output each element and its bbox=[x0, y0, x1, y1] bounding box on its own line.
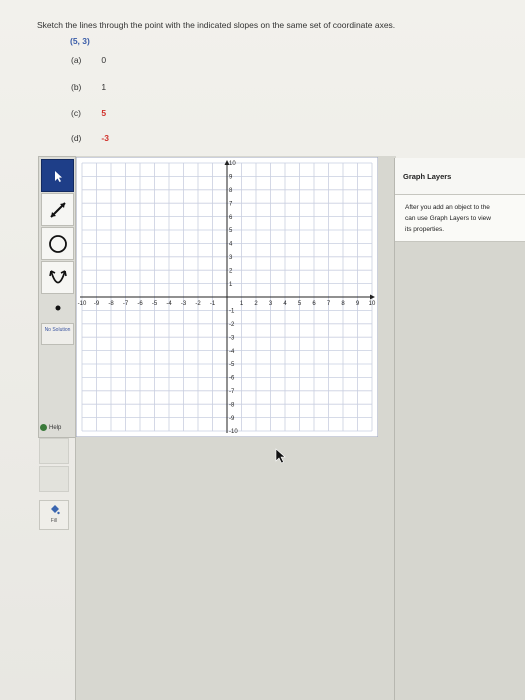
graph-layers-title: Graph Layers bbox=[403, 172, 452, 181]
part-label: (a) bbox=[71, 55, 82, 65]
no-solution-button[interactable]: No Solution bbox=[41, 323, 74, 345]
y-tick-label: -3 bbox=[229, 335, 235, 341]
graph-layers-panel: Graph Layers After you add an object to … bbox=[394, 158, 525, 700]
fill-label: Fill bbox=[50, 518, 58, 524]
part-label: (d) bbox=[71, 133, 82, 143]
x-tick-label: -9 bbox=[94, 301, 100, 307]
given-point: (5, 3) bbox=[70, 36, 90, 46]
graph-layers-body: After you add an object to the can use G… bbox=[395, 195, 525, 242]
graph-tool-panel: No Solution bbox=[38, 156, 77, 438]
point-tool-button[interactable] bbox=[41, 295, 74, 321]
circle-icon bbox=[48, 234, 67, 253]
x-tick-label: -5 bbox=[152, 301, 158, 307]
y-tick-label: -2 bbox=[229, 322, 235, 328]
part-label: (c) bbox=[71, 108, 81, 118]
x-tick-label: -3 bbox=[181, 301, 187, 307]
part-c: (c) 5 bbox=[71, 108, 106, 118]
disabled-tool-button bbox=[39, 438, 69, 464]
x-tick-label: 10 bbox=[369, 301, 376, 307]
x-tick-label: -6 bbox=[137, 301, 143, 307]
y-tick-label: -8 bbox=[229, 402, 235, 408]
y-tick-label: -6 bbox=[229, 376, 235, 382]
part-slope: 5 bbox=[101, 108, 107, 118]
line-tool-button[interactable] bbox=[41, 193, 74, 226]
part-d: (d) -3 bbox=[71, 133, 109, 143]
x-tick-label: -10 bbox=[78, 301, 87, 307]
graph-layers-description: After you add an object to the can use G… bbox=[405, 204, 491, 233]
part-label: (b) bbox=[71, 82, 82, 92]
question-instruction: Sketch the lines through the point with … bbox=[37, 20, 396, 30]
dot-icon bbox=[55, 305, 60, 311]
y-tick-label: -7 bbox=[229, 389, 235, 395]
y-tick-label: -10 bbox=[229, 429, 238, 435]
coordinate-grid[interactable]: -10 -9 -8 -7 -6 -5 -4 -3 -2 -1 1 2 3 4 5 6 7 8 9 10 1098765… bbox=[76, 157, 378, 437]
x-tick-label: -1 bbox=[210, 301, 216, 307]
parabola-icon bbox=[48, 269, 67, 283]
arrow-pointer-icon bbox=[54, 170, 62, 182]
part-slope: 1 bbox=[101, 82, 107, 92]
x-tick-label: -8 bbox=[108, 301, 114, 307]
fill-bucket-icon bbox=[51, 505, 60, 515]
select-tool-button[interactable] bbox=[41, 159, 74, 192]
y-tick-label: -5 bbox=[229, 362, 235, 368]
line-segment-icon bbox=[49, 201, 66, 218]
help-link[interactable]: Help bbox=[40, 424, 61, 431]
y-tick-label: -9 bbox=[229, 416, 235, 422]
help-icon bbox=[40, 424, 47, 431]
mouse-cursor-icon bbox=[275, 448, 286, 464]
no-solution-label: No Solution bbox=[44, 327, 71, 333]
disabled-tool-button bbox=[39, 466, 69, 492]
part-slope: 0 bbox=[101, 55, 107, 65]
part-a: (a) 0 bbox=[71, 55, 106, 65]
x-tick-label: -7 bbox=[123, 301, 129, 307]
y-tick-label: -1 bbox=[229, 309, 235, 315]
circle-tool-button[interactable] bbox=[41, 227, 74, 260]
part-slope: -3 bbox=[101, 133, 109, 143]
y-tick-label: 10 bbox=[229, 161, 236, 167]
parabola-tool-button[interactable] bbox=[41, 261, 74, 294]
x-tick-label: -4 bbox=[166, 301, 172, 307]
fill-button[interactable]: Fill bbox=[39, 500, 69, 530]
y-tick-label: -4 bbox=[229, 349, 235, 355]
part-b: (b) 1 bbox=[71, 82, 106, 92]
help-label: Help bbox=[49, 425, 62, 432]
x-tick-label: -2 bbox=[195, 301, 201, 307]
